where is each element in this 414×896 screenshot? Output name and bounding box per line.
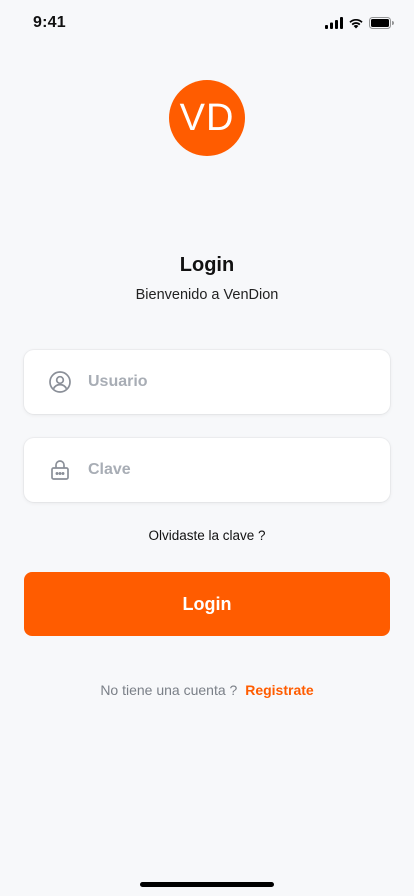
signup-prompt: No tiene una cuenta ? Registrate xyxy=(0,682,414,698)
page-title: Login xyxy=(179,254,235,276)
signup-prompt-text: No tiene una cuenta ? xyxy=(100,682,238,698)
battery-icon xyxy=(369,17,394,29)
status-bar: 9:41 xyxy=(0,0,414,46)
login-screen: 9:41 VD Login Bienvenido a VenDion Usuar… xyxy=(0,0,414,896)
password-input[interactable] xyxy=(88,450,368,490)
logo-text: VD xyxy=(179,96,235,139)
lock-icon xyxy=(48,458,72,482)
password-field[interactable] xyxy=(24,438,390,502)
login-button[interactable]: Login xyxy=(24,572,390,636)
app-logo: VD xyxy=(169,80,245,156)
status-time: 9:41 xyxy=(33,14,66,31)
cellular-signal-icon xyxy=(325,17,343,29)
username-input[interactable] xyxy=(88,362,368,402)
welcome-subtitle: Bienvenido a VenDion xyxy=(135,287,279,303)
forgot-password-link[interactable]: Olvidaste la clave ? xyxy=(0,528,414,543)
wifi-icon xyxy=(348,17,364,29)
home-indicator xyxy=(140,882,274,887)
username-field[interactable] xyxy=(24,350,390,414)
register-link[interactable]: Registrate xyxy=(245,682,313,698)
status-icons xyxy=(325,17,394,29)
user-circle-icon xyxy=(48,370,72,394)
